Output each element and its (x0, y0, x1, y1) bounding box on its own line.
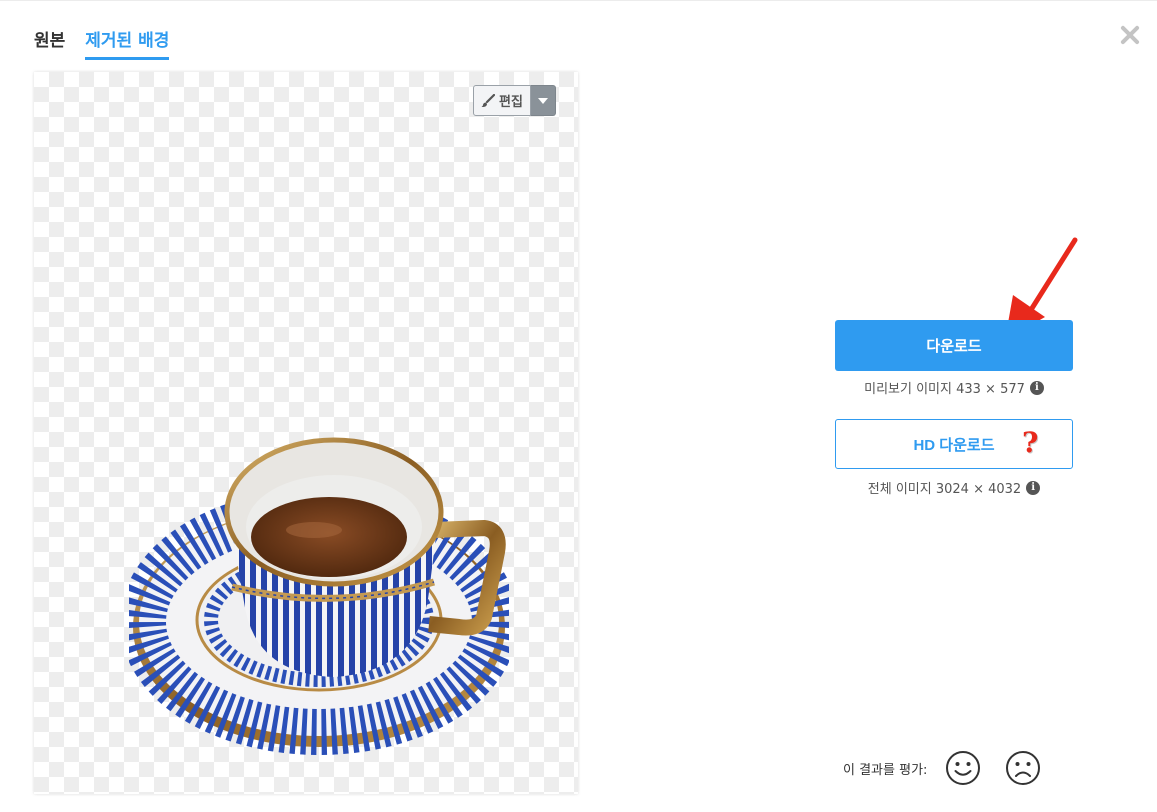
brush-icon (481, 93, 495, 107)
tab-original[interactable]: 원본 (34, 26, 65, 60)
preview-image-info: 미리보기 이미지 433 × 577 i (835, 378, 1073, 397)
teacup-image (129, 437, 509, 755)
full-image-size-text: 전체 이미지 3024 × 4032 (867, 482, 1022, 497)
image-preview: 편집 (34, 72, 578, 794)
rating-label: 이 결과를 평가: (843, 762, 928, 778)
preview-image-size-text: 미리보기 이미지 433 × 577 (864, 382, 1025, 397)
question-mark-icon: ? (1022, 426, 1039, 459)
frowning-face-icon[interactable] (1005, 750, 1041, 786)
edit-control: 편집 (473, 85, 556, 116)
top-divider (0, 0, 1157, 1)
close-icon[interactable] (1117, 22, 1143, 48)
tab-removed-background[interactable]: 제거된 배경 (85, 26, 170, 60)
info-icon[interactable]: i (1026, 480, 1041, 495)
edit-label: 편집 (499, 95, 523, 110)
chevron-down-icon (537, 97, 548, 104)
edit-dropdown-button[interactable] (530, 85, 556, 116)
rating-bar: 이 결과를 평가: (843, 750, 1041, 786)
download-button[interactable]: 다운로드 (835, 320, 1073, 371)
edit-button[interactable]: 편집 (473, 85, 531, 116)
smiley-face-icon[interactable] (945, 750, 981, 786)
view-tabs: 원본 제거된 배경 (34, 26, 170, 60)
info-icon[interactable]: i (1029, 380, 1044, 395)
full-image-info: 전체 이미지 3024 × 4032 i (835, 478, 1073, 497)
